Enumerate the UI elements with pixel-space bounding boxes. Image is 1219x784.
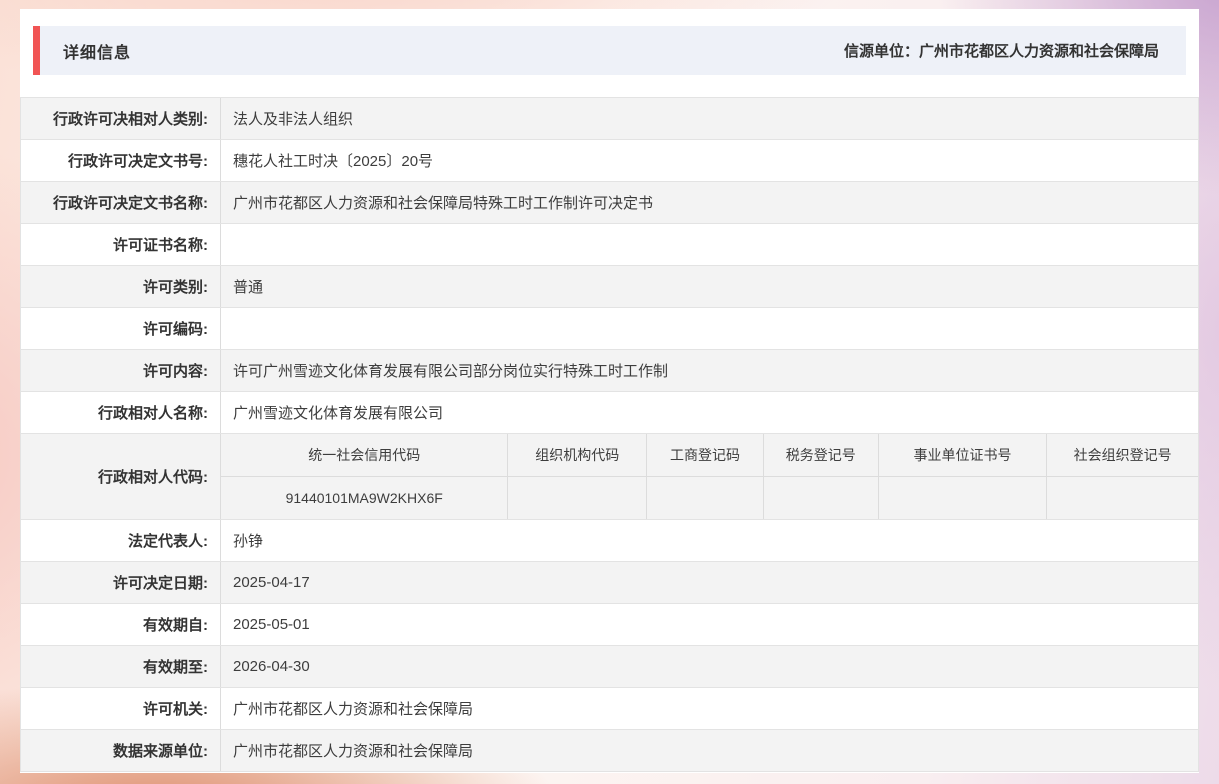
code-grid: 统一社会信用代码 组织机构代码 工商登记码 税务登记号 事业单位证书号 社会组织… bbox=[221, 434, 1198, 519]
row-label: 许可内容: bbox=[21, 350, 220, 391]
code-value: 91440101MA9W2KHX6F bbox=[221, 477, 507, 520]
row-permit-content: 许可内容: 许可广州雪迹文化体育发展有限公司部分岗位实行特殊工时工作制 bbox=[21, 350, 1198, 392]
row-value: 普通 bbox=[220, 266, 1198, 307]
row-label: 许可机关: bbox=[21, 688, 220, 729]
row-certificate-name: 许可证书名称: bbox=[21, 224, 1198, 266]
row-label: 法定代表人: bbox=[21, 520, 220, 561]
row-value: 2025-05-01 bbox=[220, 604, 1198, 645]
red-accent-bar bbox=[33, 26, 40, 75]
code-column-header: 工商登记码 bbox=[646, 434, 763, 477]
code-column-header: 事业单位证书号 bbox=[878, 434, 1047, 477]
row-label: 行政许可决定文书号: bbox=[21, 140, 220, 181]
row-valid-from: 有效期自: 2025-05-01 bbox=[21, 604, 1198, 646]
code-value bbox=[507, 477, 646, 520]
row-value: 广州市花都区人力资源和社会保障局 bbox=[220, 730, 1198, 771]
code-column-header: 统一社会信用代码 bbox=[221, 434, 507, 477]
row-value bbox=[220, 308, 1198, 349]
row-label: 有效期至: bbox=[21, 646, 220, 687]
row-label: 许可决定日期: bbox=[21, 562, 220, 603]
row-valid-to: 有效期至: 2026-04-30 bbox=[21, 646, 1198, 688]
code-column-header: 税务登记号 bbox=[763, 434, 878, 477]
row-value: 法人及非法人组织 bbox=[220, 98, 1198, 139]
code-sub-table: 统一社会信用代码 组织机构代码 工商登记码 税务登记号 事业单位证书号 社会组织… bbox=[220, 434, 1198, 519]
permit-info-table: 行政许可决相对人类别: 法人及非法人组织 行政许可决定文书号: 穗花人社工时决〔… bbox=[20, 97, 1199, 772]
row-label: 许可证书名称: bbox=[21, 224, 220, 265]
row-label: 行政许可决定文书名称: bbox=[21, 182, 220, 223]
row-value: 穗花人社工时决〔2025〕20号 bbox=[220, 140, 1198, 181]
code-column-header: 组织机构代码 bbox=[507, 434, 646, 477]
detail-header: 详细信息 信源单位：广州市花都区人力资源和社会保障局 bbox=[33, 26, 1186, 75]
row-relative-person-category: 行政许可决相对人类别: 法人及非法人组织 bbox=[21, 98, 1198, 140]
row-label: 数据来源单位: bbox=[21, 730, 220, 771]
row-legal-representative: 法定代表人: 孙铮 bbox=[21, 520, 1198, 562]
row-value: 广州雪迹文化体育发展有限公司 bbox=[220, 392, 1198, 433]
row-value: 2025-04-17 bbox=[220, 562, 1198, 603]
row-permit-code: 许可编码: bbox=[21, 308, 1198, 350]
code-value bbox=[646, 477, 763, 520]
row-label: 行政相对人名称: bbox=[21, 392, 220, 433]
row-value: 广州市花都区人力资源和社会保障局 bbox=[220, 688, 1198, 729]
row-relative-person-codes: 行政相对人代码: 统一社会信用代码 组织机构代码 工商登记码 税务登记号 事业单… bbox=[21, 434, 1198, 520]
source-unit-label: 信源单位：广州市花都区人力资源和社会保障局 bbox=[844, 40, 1159, 61]
row-label: 许可编码: bbox=[21, 308, 220, 349]
code-value bbox=[1046, 477, 1198, 520]
row-value: 2026-04-30 bbox=[220, 646, 1198, 687]
row-decision-doc-name: 行政许可决定文书名称: 广州市花都区人力资源和社会保障局特殊工时工作制许可决定书 bbox=[21, 182, 1198, 224]
code-column-header: 社会组织登记号 bbox=[1046, 434, 1198, 477]
row-decision-doc-number: 行政许可决定文书号: 穗花人社工时决〔2025〕20号 bbox=[21, 140, 1198, 182]
row-label: 行政相对人代码: bbox=[21, 434, 220, 519]
detail-card: 详细信息 信源单位：广州市花都区人力资源和社会保障局 行政许可决相对人类别: 法… bbox=[20, 9, 1199, 773]
row-label: 许可类别: bbox=[21, 266, 220, 307]
row-label: 行政许可决相对人类别: bbox=[21, 98, 220, 139]
row-value: 广州市花都区人力资源和社会保障局特殊工时工作制许可决定书 bbox=[220, 182, 1198, 223]
row-value: 孙铮 bbox=[220, 520, 1198, 561]
page-title: 详细信息 bbox=[63, 39, 131, 63]
code-value bbox=[878, 477, 1047, 520]
row-label: 有效期自: bbox=[21, 604, 220, 645]
row-data-source-unit: 数据来源单位: 广州市花都区人力资源和社会保障局 bbox=[21, 730, 1198, 772]
row-relative-person-name: 行政相对人名称: 广州雪迹文化体育发展有限公司 bbox=[21, 392, 1198, 434]
row-value: 许可广州雪迹文化体育发展有限公司部分岗位实行特殊工时工作制 bbox=[220, 350, 1198, 391]
row-permit-authority: 许可机关: 广州市花都区人力资源和社会保障局 bbox=[21, 688, 1198, 730]
row-value bbox=[220, 224, 1198, 265]
code-value bbox=[763, 477, 878, 520]
row-decision-date: 许可决定日期: 2025-04-17 bbox=[21, 562, 1198, 604]
row-permit-category: 许可类别: 普通 bbox=[21, 266, 1198, 308]
